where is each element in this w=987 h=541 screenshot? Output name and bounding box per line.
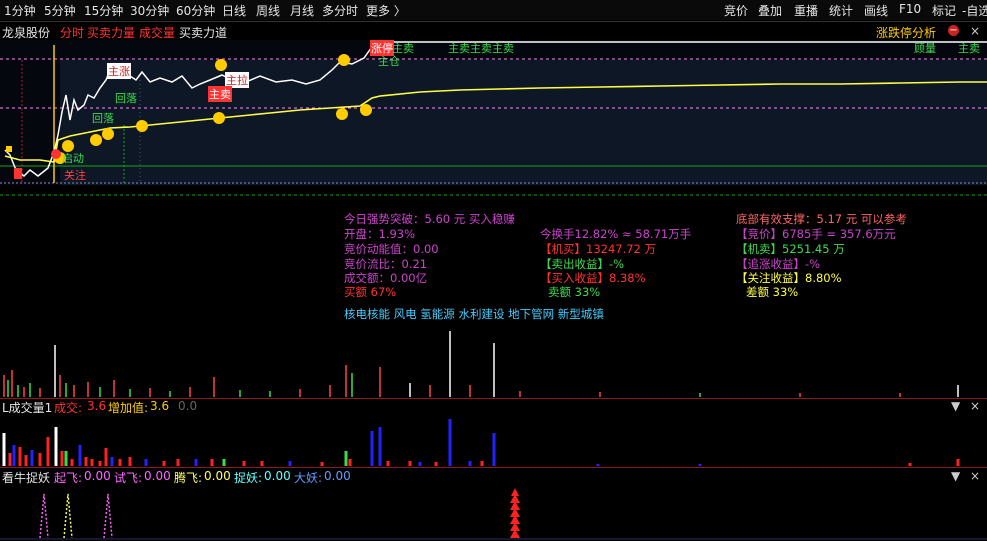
replay-button[interactable]: 重播	[794, 2, 818, 19]
tab-5min[interactable]: 5分钟	[44, 2, 76, 19]
strong-breakout-text: 今日强势突破：5.60 元 买入稳赚	[344, 212, 515, 226]
catch-demon-chart	[0, 488, 987, 540]
bottom-support-text: 底部有效支撑：5.17 元 可以参考	[736, 212, 907, 226]
volume-indicator-header: L成交量1 成交: 3.6 增加值: 3.6 0.0 ▼ ×	[0, 399, 987, 415]
watchlist-button[interactable]: -自选	[962, 2, 987, 19]
institution-sell-text: 【机卖】5251.45 万	[736, 242, 845, 256]
tab-60min[interactable]: 60分钟	[176, 2, 215, 19]
field-label-increase: 增加值:	[108, 401, 149, 415]
tab-buy-sell-power[interactable]: 买卖力量	[87, 24, 135, 41]
big-demon-label: 大妖:	[294, 471, 323, 485]
institution-buy-text: 【机买】13247.72 万	[540, 242, 657, 256]
tab-multi-intraday[interactable]: 多分时	[322, 2, 358, 19]
pullback-label-1: 回落	[115, 92, 137, 105]
main-rise-label: 主涨	[107, 63, 131, 79]
concept-tags: 核电核能 风电 氢能源 水利建设 地下管网 新型城镇	[344, 307, 604, 321]
field-label-trade: 成交:	[54, 401, 83, 415]
close-icon[interactable]: ×	[970, 24, 980, 38]
tab-1min[interactable]: 1分钟	[4, 2, 36, 19]
auction-button[interactable]: 竞价	[724, 2, 748, 19]
tab-30min[interactable]: 30分钟	[130, 2, 169, 19]
main-sell-right-label: 主卖	[958, 42, 980, 55]
volume-label: 顾量	[914, 42, 936, 55]
soar-value: 0.00	[204, 469, 231, 483]
collapse-icon[interactable]: ▼	[951, 469, 960, 483]
tab-15min[interactable]: 15分钟	[84, 2, 123, 19]
field-value-increase: 3.6	[150, 399, 170, 413]
pullback-label-2: 回落	[92, 112, 114, 125]
close-icon[interactable]: ×	[970, 469, 980, 483]
catch-value: 0.00	[264, 469, 291, 483]
tab-more[interactable]: 更多 〉	[366, 2, 406, 19]
big-demon-value: 0.00	[324, 469, 351, 483]
open-pct-text: 开盘：1.93%	[344, 227, 416, 241]
launch-label: 启动	[62, 152, 84, 165]
indicator-title[interactable]: L成交量1	[2, 399, 52, 416]
limit-analysis-button[interactable]: 涨跌停分析	[876, 24, 936, 41]
main-sell-mid-label: 主卖	[208, 86, 232, 102]
auction-volume-text: 【竞价】6785手 = 357.6万元	[736, 227, 896, 241]
buy-amount-pct-text: 买额 67%	[344, 285, 397, 299]
field-value-trade: 3.6	[87, 399, 107, 413]
intraday-chart	[0, 40, 987, 196]
chart-header: 龙泉股份 分时 买卖力量 成交量 买卖力道 涨跌停分析 − ×	[0, 21, 987, 40]
stock-name: 龙泉股份	[2, 26, 51, 40]
draw-line-button[interactable]: 画线	[864, 2, 888, 19]
volume-chart	[3, 331, 959, 397]
collapse-icon[interactable]: ▼	[951, 399, 960, 413]
overlay-button[interactable]: 叠加	[758, 2, 782, 19]
tab-volume[interactable]: 成交量	[139, 24, 175, 41]
field-value-extra: 0.0	[178, 399, 198, 413]
auction-momentum-text: 竞价动能值：0.00	[344, 242, 439, 256]
sell-amount-pct-text: 卖额 33%	[548, 285, 601, 299]
test-flight-label: 试飞:	[114, 471, 143, 485]
tab-weekly[interactable]: 周线	[256, 2, 280, 19]
close-icon[interactable]: ×	[970, 399, 980, 413]
takeoff-value: 0.00	[84, 469, 111, 483]
soar-label: 腾飞:	[174, 471, 203, 485]
mark-button[interactable]: 标记	[932, 2, 956, 19]
tab-buy-sell-force[interactable]: 买卖力道	[179, 24, 227, 41]
catch-label: 捉妖:	[234, 471, 263, 485]
catch-demon-title[interactable]: 看牛捉妖	[2, 469, 50, 486]
diff-amount-text: 差额 33%	[746, 285, 799, 299]
tab-monthly[interactable]: 月线	[290, 2, 314, 19]
tab-daily[interactable]: 日线	[222, 2, 246, 19]
main-position-label: 主仓	[378, 55, 400, 68]
f10-button[interactable]: F10	[899, 2, 921, 16]
minus-icon[interactable]: −	[948, 25, 959, 36]
volume-indicator-chart	[2, 419, 960, 466]
turnover-rate-text: 今换手12.82% ≈ 58.71万手	[540, 227, 692, 241]
statistics-button[interactable]: 统计	[829, 2, 853, 19]
test-flight-value: 0.00	[144, 469, 171, 483]
watch-label: 关注	[64, 169, 86, 182]
catch-demon-indicator-header: 看牛捉妖 起飞: 0.00 试飞: 0.00 腾飞: 0.00 捉妖: 0.00…	[0, 469, 987, 485]
tab-intraday[interactable]: 分时	[60, 24, 84, 41]
period-toolbar: 1分钟 5分钟 15分钟 30分钟 60分钟 日线 周线 月线 多分时 更多 〉…	[0, 0, 987, 20]
takeoff-label: 起飞:	[54, 471, 83, 485]
main-sell-row-label: 主卖主卖主卖	[448, 42, 514, 55]
